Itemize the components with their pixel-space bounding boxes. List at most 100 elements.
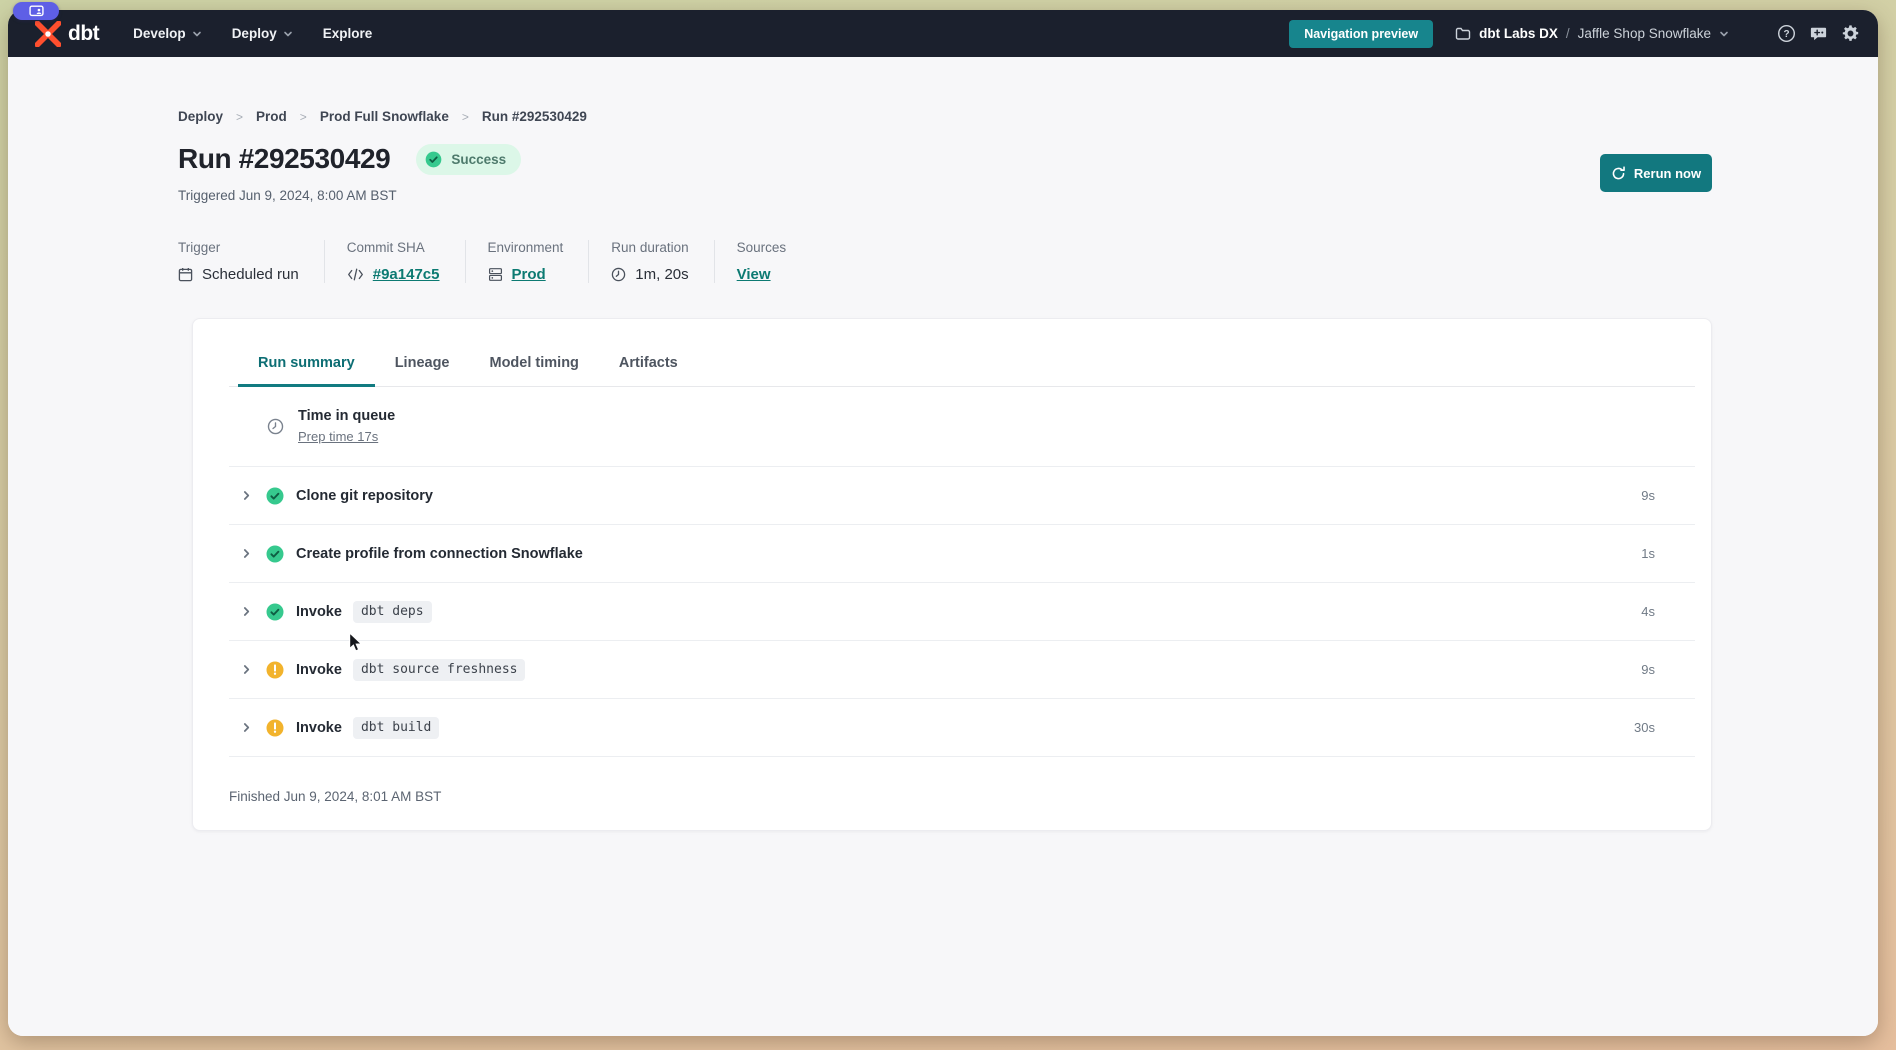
account-project-separator: /	[1566, 26, 1570, 41]
meta-run-duration: Run duration 1m, 20s	[611, 240, 714, 283]
breadcrumb-item-prod[interactable]: Prod	[256, 109, 287, 124]
calendar-icon	[178, 267, 193, 282]
chevron-right-icon[interactable]	[241, 548, 252, 559]
dbt-logo-text: dbt	[68, 22, 99, 46]
chevron-right-icon[interactable]	[241, 606, 252, 617]
success-icon	[266, 603, 284, 621]
status-badge-label: Success	[451, 152, 506, 167]
account-name: dbt Labs DX	[1479, 26, 1558, 41]
nav-menu-label: Develop	[133, 26, 186, 41]
feedback-button[interactable]	[1809, 24, 1828, 43]
step-duration: 4s	[1641, 604, 1655, 619]
rerun-now-button[interactable]: Rerun now	[1600, 154, 1712, 192]
meta-value: 1m, 20s	[611, 266, 688, 283]
meta-value: Prod	[488, 266, 564, 283]
meta-sources: Sources View	[737, 240, 812, 283]
meta-value: View	[737, 266, 787, 283]
gear-icon	[1841, 24, 1860, 43]
prep-time-link[interactable]: Prep time 17s	[298, 429, 378, 444]
chevron-down-icon	[283, 29, 293, 39]
breadcrumb-separator: >	[236, 110, 243, 124]
run-page: Deploy>Prod>Prod Full Snowflake>Run #292…	[8, 57, 1878, 1036]
step-command-chip: dbt deps	[353, 601, 432, 623]
help-button[interactable]: ?	[1777, 24, 1796, 43]
screen-preview-pill[interactable]	[13, 2, 59, 20]
nav-menu-explore[interactable]: Explore	[323, 26, 373, 41]
time-in-queue-row: Time in queue Prep time 17s	[229, 387, 1695, 467]
step-row-clone-git-repository[interactable]: Clone git repository9s	[229, 467, 1695, 525]
step-row-dbt-build[interactable]: Invokedbt build30s	[229, 699, 1695, 757]
screen-share-user-icon	[29, 5, 44, 17]
step-command-chip: dbt source freshness	[353, 659, 526, 681]
step-label: Invoke	[296, 604, 342, 620]
tab-artifacts[interactable]: Artifacts	[599, 355, 698, 387]
success-check-icon	[425, 151, 442, 168]
chevron-right-icon[interactable]	[241, 664, 252, 675]
page-header: Run #292530429 Success	[178, 143, 521, 175]
navigation-preview-button[interactable]: Navigation preview	[1289, 20, 1433, 48]
settings-button[interactable]	[1841, 24, 1860, 43]
chevron-right-icon[interactable]	[241, 722, 252, 733]
refresh-icon	[1611, 166, 1626, 181]
step-label: Invoke	[296, 662, 342, 678]
meta-label: Commit SHA	[347, 240, 440, 255]
top-navbar: dbt Develop Deploy Explore Navigation prev…	[8, 10, 1878, 57]
step-row-create-profile-from-connection-snowflake[interactable]: Create profile from connection Snowflake…	[229, 525, 1695, 583]
page-title: Run #292530429	[178, 143, 390, 175]
finished-text: Finished Jun 9, 2024, 8:01 AM BST	[229, 789, 1695, 804]
tab-run-summary[interactable]: Run summary	[238, 355, 375, 387]
step-label: Create profile from connection Snowflake	[296, 546, 583, 562]
feedback-icon	[1809, 24, 1828, 43]
topbar-right: Navigation preview dbt Labs DX / Jaffle …	[1289, 20, 1860, 48]
account-project-switcher[interactable]: dbt Labs DX / Jaffle Shop Snowflake	[1455, 26, 1729, 41]
app-window: dbt Develop Deploy Explore Navigation prev…	[8, 10, 1878, 1036]
database-icon	[488, 267, 503, 282]
nav-menu-label: Deploy	[232, 26, 277, 41]
code-icon	[347, 268, 364, 281]
nav-menus: Develop Deploy Explore	[133, 26, 372, 41]
dbt-logo[interactable]: dbt	[35, 21, 99, 47]
nav-menu-deploy[interactable]: Deploy	[232, 26, 293, 41]
svg-text:?: ?	[1783, 29, 1789, 40]
tabs: Run summaryLineageModel timingArtifacts	[238, 355, 1695, 386]
breadcrumb-item-run-292530429[interactable]: Run #292530429	[482, 109, 587, 124]
help-icon: ?	[1777, 24, 1796, 43]
meta-link-commit-sha[interactable]: #9a147c5	[373, 266, 440, 283]
meta-label: Environment	[488, 240, 564, 255]
success-icon	[266, 545, 284, 563]
chevron-down-icon	[1719, 29, 1729, 39]
meta-value: #9a147c5	[347, 266, 440, 283]
success-icon	[266, 487, 284, 505]
meta-environment: Environment Prod	[488, 240, 590, 283]
step-row-dbt-deps[interactable]: Invoke dbt deps 4s	[229, 583, 1695, 641]
step-list: Clone git repository9sCreate profile fro…	[229, 467, 1695, 757]
breadcrumb-item-prod-full-snowflake[interactable]: Prod Full Snowflake	[320, 109, 449, 124]
run-meta-row: TriggerScheduled runCommit SHA#9a147c5En…	[178, 240, 833, 283]
tab-model-timing[interactable]: Model timing	[470, 355, 599, 387]
step-duration: 9s	[1641, 488, 1655, 503]
meta-link-sources[interactable]: View	[737, 266, 771, 283]
timer-icon	[267, 418, 284, 435]
queue-title: Time in queue	[298, 408, 395, 424]
step-duration: 9s	[1641, 662, 1655, 677]
tab-lineage[interactable]: Lineage	[375, 355, 470, 387]
warning-icon	[266, 719, 284, 737]
project-name: Jaffle Shop Snowflake	[1578, 26, 1711, 41]
chevron-right-icon[interactable]	[241, 490, 252, 501]
meta-link-environment[interactable]: Prod	[512, 266, 546, 283]
nav-menu-develop[interactable]: Develop	[133, 26, 202, 41]
chevron-down-icon	[192, 29, 202, 39]
meta-label: Sources	[737, 240, 787, 255]
meta-label: Trigger	[178, 240, 299, 255]
meta-label: Run duration	[611, 240, 688, 255]
breadcrumb-separator: >	[300, 110, 307, 124]
run-summary-card: Run summaryLineageModel timingArtifacts …	[192, 318, 1712, 831]
breadcrumb: Deploy>Prod>Prod Full Snowflake>Run #292…	[178, 109, 587, 124]
triggered-text: Triggered Jun 9, 2024, 8:00 AM BST	[178, 188, 397, 203]
breadcrumb-item-deploy[interactable]: Deploy	[178, 109, 223, 124]
meta-text: 1m, 20s	[635, 266, 688, 283]
warning-icon	[266, 661, 284, 679]
step-command-chip: dbt build	[353, 717, 439, 739]
nav-menu-label: Explore	[323, 26, 373, 41]
step-row-dbt-source-freshness[interactable]: Invoke dbt source freshness 9s	[229, 641, 1695, 699]
